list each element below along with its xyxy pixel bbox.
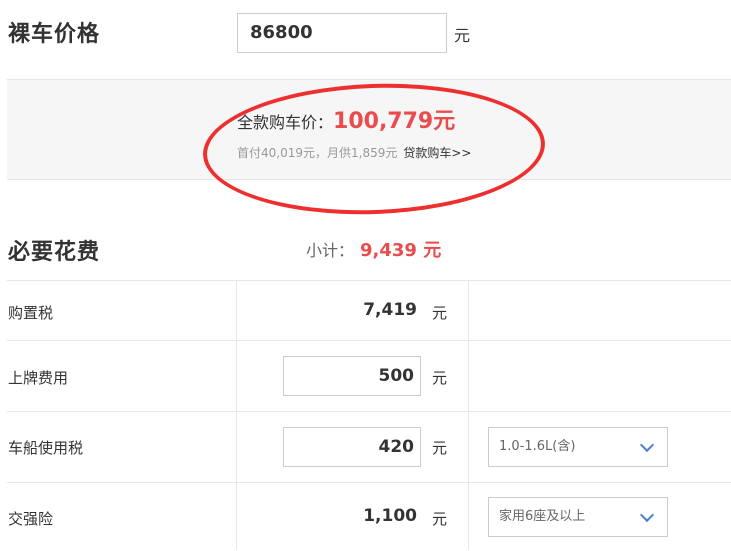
row-divider xyxy=(7,411,731,412)
price-unit: 元 xyxy=(454,26,471,45)
vehicle-tax-label: 车船使用税 xyxy=(8,439,84,457)
row-divider xyxy=(7,340,731,341)
license-fee-input[interactable]: 500 xyxy=(283,356,421,396)
row-divider xyxy=(7,482,731,483)
license-fee-label: 上牌费用 xyxy=(8,369,69,387)
subtotal-value: 9,439 元 xyxy=(360,240,442,261)
license-fee-unit: 元 xyxy=(432,369,448,387)
column-divider xyxy=(236,281,237,550)
vehicle-tax-input[interactable]: 420 xyxy=(283,427,421,467)
required-costs-title: 必要花费 xyxy=(8,240,101,265)
subtotal-label: 小计： xyxy=(306,241,355,260)
compulsory-insurance-unit: 元 xyxy=(432,510,448,528)
car-price-input[interactable]: 86800 xyxy=(237,13,447,53)
vehicle-tax-unit: 元 xyxy=(432,439,448,457)
subtotal: 小计： 9,439 元 xyxy=(306,236,441,262)
price-section-title: 裸车价格 xyxy=(8,22,101,47)
compulsory-insurance-value: 1,100 xyxy=(363,506,417,526)
compulsory-insurance-label: 交强险 xyxy=(8,510,54,528)
purchase-tax-label: 购置税 xyxy=(8,304,54,322)
purchase-tax-unit: 元 xyxy=(432,304,448,322)
seat-count-select-value: 家用6座及以上 xyxy=(499,509,586,524)
column-divider xyxy=(468,281,469,550)
purchase-tax-value: 7,419 xyxy=(363,300,417,320)
engine-size-select-value: 1.0-1.6L(含) xyxy=(499,439,576,454)
